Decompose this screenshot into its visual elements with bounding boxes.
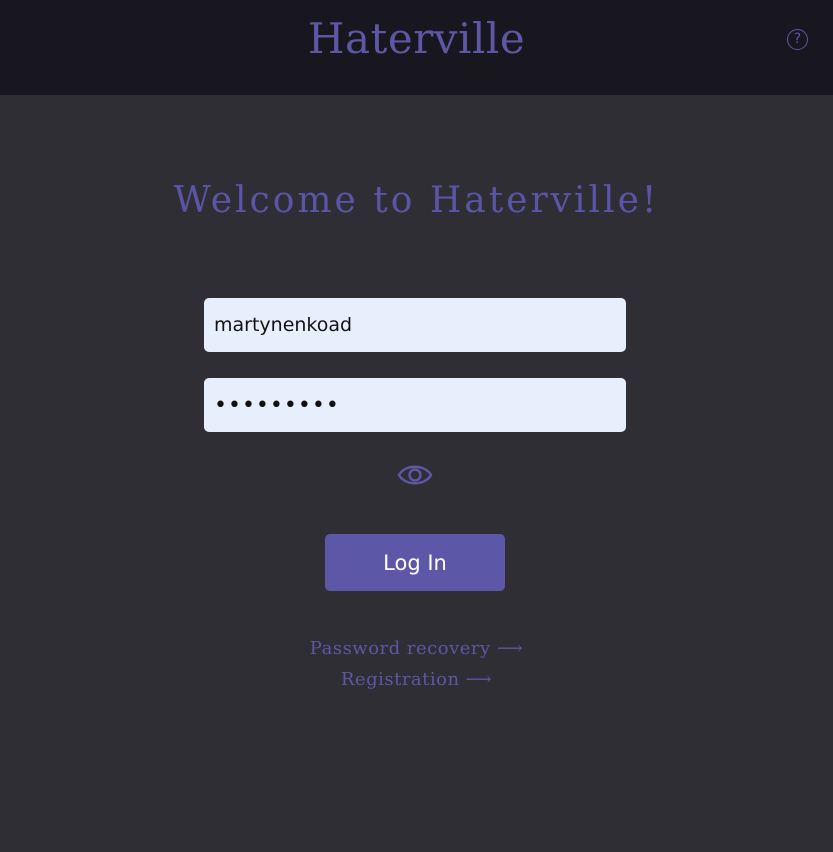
password-recovery-link[interactable]: Password recovery ⟶ bbox=[0, 638, 833, 659]
login-button[interactable]: Log In bbox=[325, 534, 505, 591]
brand-title: Haterville bbox=[307, 14, 526, 63]
registration-link[interactable]: Registration ⟶ bbox=[0, 669, 833, 690]
eye-icon[interactable] bbox=[397, 460, 433, 490]
top-bar: Haterville ? bbox=[0, 0, 833, 95]
help-icon[interactable]: ? bbox=[787, 29, 808, 50]
welcome-heading: Welcome to Haterville! bbox=[173, 180, 660, 221]
username-input[interactable] bbox=[204, 298, 626, 352]
password-input[interactable] bbox=[204, 378, 626, 432]
